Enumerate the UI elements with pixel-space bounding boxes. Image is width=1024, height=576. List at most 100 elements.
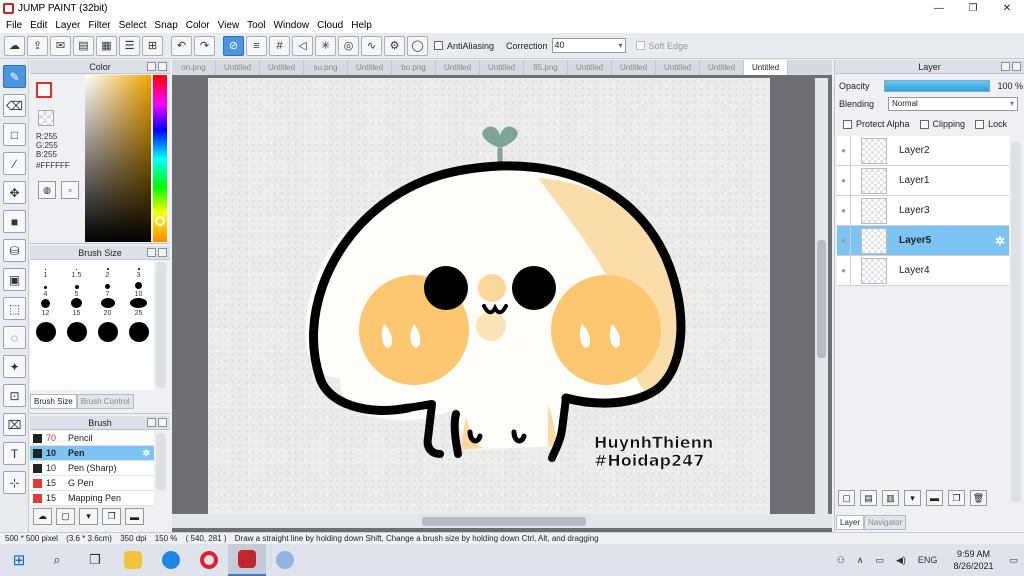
doc-tab[interactable]: Untitled [612,60,656,75]
hue-slider-handle[interactable] [155,216,165,226]
layer-row[interactable]: ● Layer3 [837,195,1009,226]
menu-help[interactable]: Help [347,20,376,31]
brush-size-cell[interactable]: 25 [123,298,154,317]
menu-color[interactable]: Color [182,20,214,31]
snap-off-icon[interactable]: ⊘ [223,35,244,56]
text-tool-icon[interactable]: T [3,442,26,465]
document-icon[interactable]: ▦ [96,35,117,56]
export-icon[interactable]: ⇪ [27,35,48,56]
brush-item-mapping-pen[interactable]: 15 Mapping Pen [30,491,154,506]
brush-size-cell[interactable]: 5 [61,279,92,298]
select-eraser-tool-icon[interactable]: ⌧ [3,413,26,436]
menu-snap[interactable]: Snap [150,20,181,31]
zalo-icon[interactable] [152,544,190,576]
brush-cloud-icon[interactable]: ☁ [33,508,52,525]
snap-perspective-icon[interactable]: ◁ [292,35,313,56]
select-rect-tool-icon[interactable]: ⬚ [3,297,26,320]
palette-icon[interactable]: ◍ [38,181,56,199]
tab-brush-control[interactable]: Brush Control [76,394,134,409]
visibility-dot-icon[interactable]: ● [837,165,851,196]
layer-menu-icon[interactable]: ▾ [904,490,921,506]
brush-size-cell[interactable]: 4 [30,279,61,298]
file-explorer-icon[interactable] [114,544,152,576]
correction-select[interactable]: 40 [551,38,626,53]
chevron-up-icon[interactable]: ∧ [857,555,864,566]
new-8bit-layer-icon[interactable]: ▥ [882,490,899,506]
snap-settings-icon[interactable]: ⚙ [384,35,405,56]
delete-layer-icon[interactable]: 🗑 [970,490,987,506]
gear-icon[interactable]: ✲ [995,234,1005,248]
menu-window[interactable]: Window [270,20,314,31]
soft-edge-checkbox[interactable]: Soft Edge [635,41,688,51]
network-icon[interactable]: ▭ [875,555,884,566]
jump-paint-taskbar-icon[interactable] [228,544,266,576]
brush-size-cell[interactable]: 1 [30,260,61,279]
new-halftone-layer-icon[interactable]: ▤ [860,490,877,506]
visibility-dot-icon[interactable]: ● [837,195,851,226]
brush-size-cell[interactable]: 10 [123,279,154,298]
duplicate-layer-icon[interactable]: ❐ [948,490,965,506]
menu-view[interactable]: View [214,20,244,31]
panel-float-icon[interactable] [1001,62,1010,71]
brush-tool-icon[interactable]: ✎ [3,65,26,88]
brush-size-cell[interactable] [30,317,61,342]
doc-tab[interactable]: Untitled [568,60,612,75]
brush-folder-icon[interactable]: ▬ [125,508,144,525]
brush-size-cell[interactable]: 20 [92,298,123,317]
eraser-tool-icon[interactable]: ⌫ [3,94,26,117]
foreground-color-swatch[interactable] [36,82,52,98]
doc-tab[interactable]: on.png [172,60,216,75]
panel-close-icon[interactable] [1012,62,1021,71]
snap-radial-icon[interactable]: ✳ [315,35,336,56]
clipping-checkbox[interactable]: Clipping [919,119,965,129]
panel-close-icon[interactable] [158,248,167,257]
new-layer-icon[interactable]: ▢ [838,490,855,506]
tab-brush-size[interactable]: Brush Size [30,394,77,409]
menu-layer[interactable]: Layer [51,20,84,31]
visibility-dot-icon[interactable]: ● [837,225,851,256]
tab-navigator[interactable]: Navigator [864,515,907,530]
panel-icon[interactable]: ▤ [73,35,94,56]
brush-new-icon[interactable]: ▢ [56,508,75,525]
windows-start-icon[interactable]: ⊞ [0,544,38,576]
brush-item-pen-sharp[interactable]: 10 Pen (Sharp) [30,461,154,476]
cloud-sync-icon[interactable]: ☁ [4,35,25,56]
brush-size-cell[interactable]: 7 [92,279,123,298]
doc-tab[interactable]: Untitled [436,60,480,75]
transparent-color-swatch[interactable] [38,110,54,126]
snap-parallel-icon[interactable]: ≡ [246,35,267,56]
brush-duplicate-icon[interactable]: ❐ [102,508,121,525]
people-icon[interactable]: ⚇ [837,555,845,566]
select-pen-tool-icon[interactable]: ⊡ [3,384,26,407]
layer-row[interactable]: ● Layer1 [837,165,1009,196]
brush-size-cell[interactable]: 15 [61,298,92,317]
eyedropper-tool-icon[interactable]: ⊹ [3,471,26,494]
paint-tool-icon[interactable] [266,544,304,576]
search-icon[interactable]: ⌕ [38,544,76,576]
doc-tab[interactable]: 85.png [524,60,568,75]
gradation-tool-icon[interactable]: ▣ [3,268,26,291]
undo-icon[interactable]: ↶ [171,35,192,56]
close-button[interactable]: ✕ [990,0,1024,17]
snap-grid-icon[interactable]: # [269,35,290,56]
canvas-vertical-scrollbar[interactable] [815,78,828,518]
layer-folder-icon[interactable]: ▬ [926,490,943,506]
drawing-canvas[interactable]: HuynhThienn #Hoidap247 [208,78,770,518]
brush-item-g-pen[interactable]: 15 G Pen [30,476,154,491]
task-view-icon[interactable]: ❐ [76,544,114,576]
visibility-dot-icon[interactable]: ● [837,255,851,286]
brush-list-scrollbar[interactable] [156,433,166,491]
doc-tab[interactable]: Untitled [348,60,392,75]
scrollbar-thumb[interactable] [817,240,826,358]
scrollbar-thumb[interactable] [422,517,586,526]
list-icon[interactable]: ☰ [119,35,140,56]
layer-row[interactable]: ● Layer4 [837,255,1009,286]
saturation-value-picker[interactable] [85,75,151,242]
lock-checkbox[interactable]: Lock [975,119,1007,129]
menu-file[interactable]: File [2,20,26,31]
canvas-horizontal-scrollbar[interactable] [172,514,832,528]
snap-circle-icon[interactable]: ◎ [338,35,359,56]
panel-float-icon[interactable] [147,248,156,257]
brush-size-cell[interactable] [61,317,92,342]
snap-curve-icon[interactable]: ∿ [361,35,382,56]
